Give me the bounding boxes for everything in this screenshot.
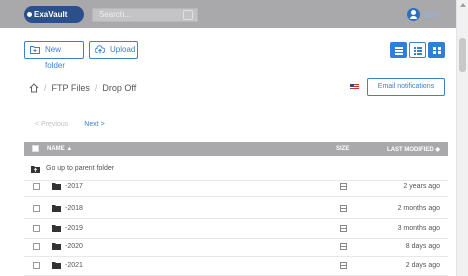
logo-text: ExaVault [34, 10, 68, 19]
row-checkbox[interactable] [33, 205, 40, 212]
breadcrumb-item-drop-off: Drop Off [102, 83, 137, 93]
email-notifications-button[interactable]: Email notifications [367, 78, 445, 96]
row-checkbox[interactable] [33, 243, 40, 250]
file-name[interactable]: -2021 [65, 262, 83, 269]
select-all-checkbox[interactable] [32, 145, 39, 152]
last-modified: 2 years ago [403, 183, 440, 190]
last-modified: 2 months ago [397, 205, 440, 212]
column-header-last-modified[interactable]: LAST MODIFIED ◆ [387, 146, 440, 153]
list-view-button[interactable] [390, 42, 407, 58]
table-header: NAME ▲ SIZE LAST MODIFIED ◆ [24, 142, 448, 156]
folder-icon [52, 205, 61, 212]
breadcrumb: / FTP Files / Drop Off [29, 83, 136, 93]
last-modified: 2 days ago [405, 262, 440, 269]
row-checkbox[interactable] [33, 262, 40, 269]
scrollbar[interactable] [456, 0, 468, 276]
home-icon[interactable] [29, 83, 39, 93]
pager: < Previous Next > [35, 121, 105, 128]
folder-icon [52, 262, 61, 269]
table-row[interactable]: -2020 8 days ago [24, 237, 448, 257]
upload-button[interactable]: Upload [89, 41, 138, 59]
view-toggle-group [390, 42, 445, 58]
file-name[interactable]: -2017 [65, 183, 83, 190]
storage-icon [340, 262, 347, 269]
grid-view-button[interactable] [428, 42, 445, 58]
file-name[interactable]: -2020 [65, 243, 83, 250]
user-avatar-icon [407, 7, 420, 21]
logo-mark-icon [27, 12, 32, 17]
table-row[interactable]: -2017 2 years ago [24, 177, 448, 197]
parent-folder-label: Go up to parent folder [46, 165, 115, 172]
detail-view-button[interactable] [409, 42, 426, 58]
last-modified: 3 months ago [397, 225, 440, 232]
us-flag-icon[interactable] [350, 84, 359, 90]
logo[interactable]: ExaVault [24, 6, 84, 23]
table-row[interactable]: -2021 2 days ago [24, 256, 448, 276]
last-modified: 8 days ago [405, 243, 440, 250]
next-page-link[interactable]: Next > [84, 121, 104, 128]
scrollbar-thumb[interactable] [459, 38, 466, 72]
column-header-size[interactable]: SIZE [336, 146, 349, 152]
folder-icon [52, 243, 61, 250]
file-name[interactable]: -2018 [65, 205, 83, 212]
storage-icon [340, 225, 347, 232]
keyboard-shortcut-icon [183, 10, 193, 20]
new-folder-label: New folder [45, 45, 66, 70]
grid-icon [433, 47, 441, 54]
email-notifications-label: Email notifications [377, 83, 435, 90]
table-row[interactable]: -2019 3 months ago [24, 219, 448, 239]
file-name[interactable]: -2019 [65, 225, 83, 232]
folder-icon [52, 225, 61, 232]
scroll-up-icon[interactable] [460, 3, 466, 7]
cloud-upload-icon [95, 45, 105, 54]
user-name: user [424, 9, 440, 19]
folder-plus-icon [30, 46, 40, 54]
storage-icon [340, 205, 347, 212]
previous-page-link[interactable]: < Previous [35, 121, 68, 128]
search-placeholder: Search... [99, 10, 132, 19]
breadcrumb-separator: / [94, 83, 98, 93]
folder-up-icon [31, 166, 40, 173]
top-bar: ExaVault Search... user [0, 0, 456, 28]
folder-icon [52, 183, 61, 190]
storage-icon [340, 243, 347, 250]
new-folder-button[interactable]: New folder [24, 41, 84, 70]
breadcrumb-item-ftp-files[interactable]: FTP Files [52, 83, 90, 93]
storage-icon [340, 183, 347, 190]
row-checkbox[interactable] [33, 183, 40, 190]
breadcrumb-separator: / [44, 83, 47, 93]
column-header-name[interactable]: NAME ▲ [47, 146, 72, 152]
search-input[interactable]: Search... [92, 8, 198, 22]
row-checkbox[interactable] [33, 225, 40, 232]
table-row[interactable]: -2018 2 months ago [24, 199, 448, 219]
upload-label: Upload [110, 45, 136, 54]
user-menu[interactable]: user [407, 7, 440, 21]
